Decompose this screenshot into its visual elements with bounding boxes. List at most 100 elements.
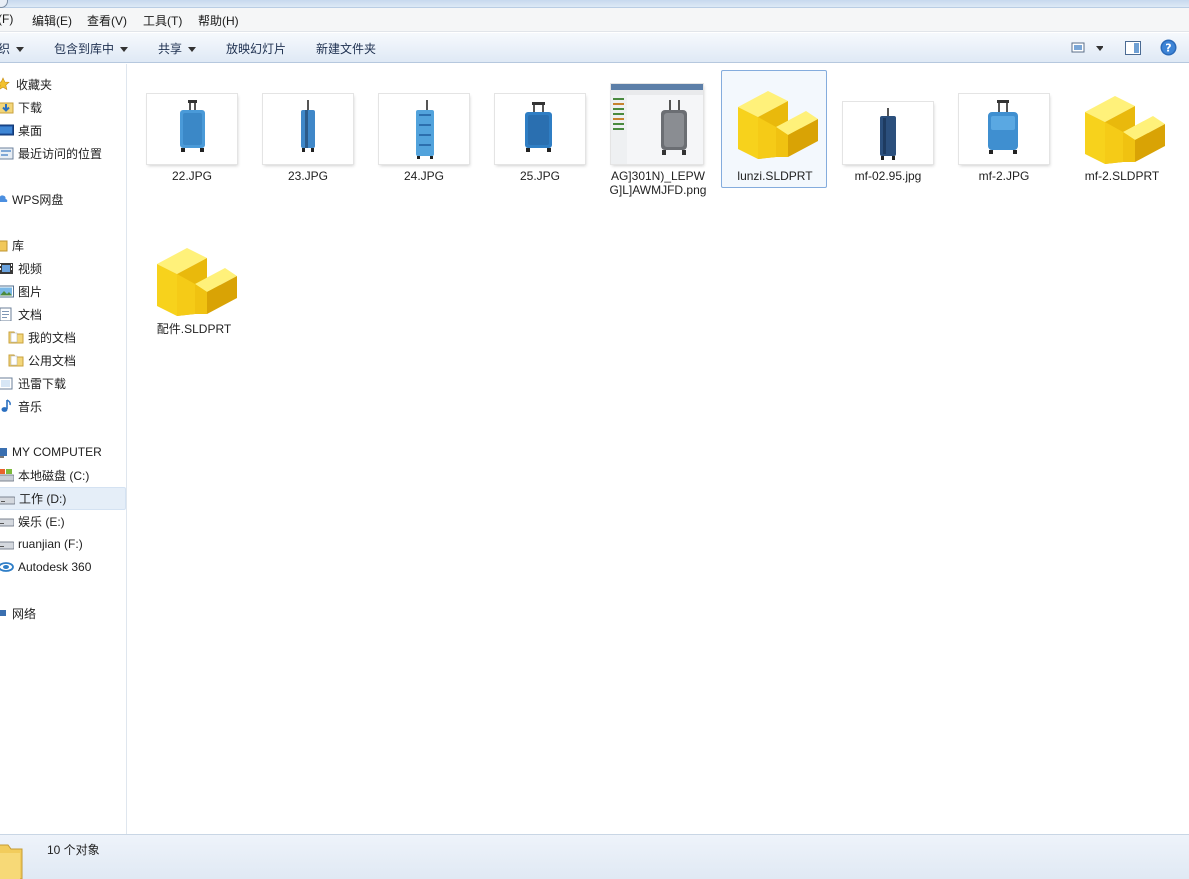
video-icon <box>0 261 14 275</box>
nav-pictures[interactable]: 图片 <box>0 281 42 301</box>
nav-recent[interactable]: 最近访问的位置 <box>0 143 102 163</box>
network-icon <box>0 606 8 620</box>
nav-drive-d[interactable]: 工作 (D:) <box>0 487 126 510</box>
file-item[interactable]: AG]301N)_LEPWG]L]AWMJFD.png <box>605 84 711 224</box>
nav-network[interactable]: 网络 <box>0 603 36 623</box>
preview-pane-icon[interactable] <box>1125 40 1141 59</box>
file-name: lunzi.SLDPRT <box>737 169 813 183</box>
drive-icon <box>0 537 15 551</box>
nav-recent-label: 最近访问的位置 <box>18 146 103 161</box>
nav-documents-label: 文档 <box>18 307 43 322</box>
nav-computer[interactable]: MY COMPUTER <box>0 442 102 462</box>
menu-tools[interactable]: 工具(T) <box>143 12 182 29</box>
include-library-button[interactable]: 包含到库中 <box>54 40 129 57</box>
system-drive-icon <box>0 468 15 482</box>
documents-icon <box>0 307 14 322</box>
organize-button[interactable]: 织 <box>0 40 25 57</box>
file-name: mf-2.SLDPRT <box>1084 169 1160 183</box>
desktop-icon <box>0 123 14 137</box>
nav-drive-e[interactable]: 娱乐 (E:) <box>0 511 65 531</box>
file-name: AG]301N)_LEPWG]L]AWMJFD.png <box>609 169 707 197</box>
nav-music[interactable]: 音乐 <box>0 396 42 416</box>
file-item[interactable]: mf-2.SLDPRT <box>1069 76 1175 194</box>
file-name: mf-2.JPG <box>978 169 1030 183</box>
suitcase-image-icon <box>147 94 237 164</box>
nav-documents[interactable]: 文档 <box>0 304 42 324</box>
file-item[interactable]: 22.JPG <box>139 94 245 194</box>
nav-desktop[interactable]: 桌面 <box>0 120 42 140</box>
nav-drive-f-label: ruanjian (F:) <box>18 537 83 551</box>
new-folder-button[interactable]: 新建文件夹 <box>316 40 376 57</box>
menu-help[interactable]: 帮助(H) <box>198 12 239 29</box>
file-item[interactable]: 配件.SLDPRT <box>141 228 247 346</box>
file-item-selected[interactable]: lunzi.SLDPRT <box>721 70 827 188</box>
status-bar: 10 个对象 <box>0 834 1189 879</box>
nav-public-docs[interactable]: 公用文档 <box>8 350 76 370</box>
suitcase-image-icon <box>495 94 585 164</box>
library-icon <box>0 238 8 252</box>
download-folder-icon <box>0 376 14 390</box>
title-bar <box>0 0 1189 8</box>
svg-text:?: ? <box>1165 42 1171 55</box>
menu-file[interactable]: (F) <box>0 12 13 26</box>
include-library-label: 包含到库中 <box>54 42 115 56</box>
help-icon[interactable]: ? <box>1160 39 1177 59</box>
view-options-icon[interactable] <box>1071 41 1104 58</box>
menu-view[interactable]: 查看(V) <box>87 12 127 29</box>
suitcase-image-icon <box>379 94 469 164</box>
suitcase-image-icon <box>263 94 353 164</box>
folder-icon <box>0 839 24 879</box>
navigation-pane: 收藏夹 下载 桌面 最近访问的位置 WPS网盘 库 视频 图片 文档 我的文档 … <box>0 64 127 834</box>
file-item[interactable]: mf-02.95.jpg <box>835 102 941 202</box>
nav-pictures-label: 图片 <box>18 284 43 299</box>
menu-edit[interactable]: 编辑(E) <box>32 12 72 29</box>
pictures-icon <box>0 284 14 298</box>
menu-bar: (F) 编辑(E) 查看(V) 工具(T) 帮助(H) <box>0 8 1189 32</box>
drive-icon <box>0 492 16 506</box>
nav-video[interactable]: 视频 <box>0 258 42 278</box>
nav-downloads[interactable]: 下载 <box>0 97 42 117</box>
window-control-icon[interactable] <box>0 0 8 8</box>
nav-library[interactable]: 库 <box>0 235 24 255</box>
suitcase-image-icon <box>959 94 1049 164</box>
nav-wps[interactable]: WPS网盘 <box>0 189 63 209</box>
suitcase-image-icon <box>843 102 933 164</box>
sldprt-part-icon <box>1075 82 1165 164</box>
file-item[interactable]: 25.JPG <box>487 94 593 194</box>
command-bar: 织 包含到库中 共享 放映幻灯片 新建文件夹 ? <box>0 33 1189 63</box>
drive-icon <box>0 514 15 528</box>
slideshow-button[interactable]: 放映幻灯片 <box>226 40 286 57</box>
nav-favorites[interactable]: 收藏夹 <box>0 74 52 94</box>
nav-drive-f[interactable]: ruanjian (F:) <box>0 534 83 554</box>
cloud-icon <box>0 560 14 574</box>
file-name: 22.JPG <box>171 169 213 183</box>
nav-wps-label: WPS网盘 <box>12 192 64 207</box>
cloud-drive-icon <box>0 192 8 206</box>
cad-screenshot-icon <box>611 84 703 164</box>
nav-drive-c-label: 本地磁盘 (C:) <box>18 468 90 483</box>
sldprt-part-icon <box>147 234 237 316</box>
nav-xunlei-label: 迅雷下载 <box>18 376 67 391</box>
file-item[interactable]: 23.JPG <box>255 94 361 194</box>
file-name: 23.JPG <box>287 169 329 183</box>
nav-drive-d-label: 工作 (D:) <box>19 492 67 506</box>
organize-label: 织 <box>0 42 11 56</box>
nav-my-docs-label: 我的文档 <box>28 330 77 345</box>
folder-icon <box>8 353 24 367</box>
nav-desktop-label: 桌面 <box>18 123 43 138</box>
music-icon <box>0 399 14 413</box>
nav-autodesk[interactable]: Autodesk 360 <box>0 557 91 577</box>
nav-my-docs[interactable]: 我的文档 <box>8 327 76 347</box>
chevron-down-icon <box>188 47 197 53</box>
nav-drive-c[interactable]: 本地磁盘 (C:) <box>0 465 89 485</box>
nav-computer-label: MY COMPUTER <box>12 445 102 459</box>
file-list: 22.JPG 23.JPG 24.JPG 25.JPG AG]301N)_LEP… <box>128 64 1189 834</box>
share-button[interactable]: 共享 <box>158 40 197 57</box>
share-label: 共享 <box>158 42 183 56</box>
file-item[interactable]: mf-2.JPG <box>951 94 1057 194</box>
computer-icon <box>0 445 8 459</box>
nav-xunlei[interactable]: 迅雷下载 <box>0 373 66 393</box>
file-name: mf-02.95.jpg <box>854 169 922 183</box>
nav-autodesk-label: Autodesk 360 <box>18 560 92 574</box>
file-item[interactable]: 24.JPG <box>371 94 477 194</box>
